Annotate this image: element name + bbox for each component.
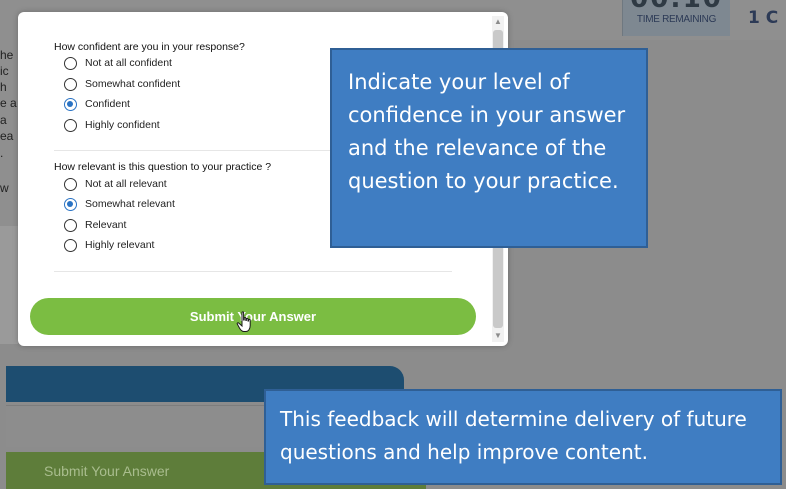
option-label: Relevant bbox=[85, 219, 127, 231]
radio-checked-icon[interactable] bbox=[64, 197, 77, 211]
radio-unchecked-icon[interactable] bbox=[64, 218, 77, 232]
background-submit-label: Submit Your Answer bbox=[44, 463, 170, 479]
option-label: Not at all confident bbox=[85, 57, 172, 69]
option-label: Highly relevant bbox=[85, 239, 155, 251]
question-text-fragment: he bbox=[0, 48, 14, 62]
question-text-fragment: h bbox=[0, 80, 7, 94]
timer-label: TIME REMAINING bbox=[636, 14, 717, 25]
question-text-fragment: e a bbox=[0, 96, 17, 110]
radio-unchecked-icon[interactable] bbox=[64, 238, 77, 252]
question-counter: 1 C bbox=[748, 8, 779, 28]
radio-unchecked-icon[interactable] bbox=[64, 177, 77, 191]
confidence-callout: Indicate your level of confidence in you… bbox=[330, 48, 648, 248]
option-label: Somewhat confident bbox=[85, 78, 181, 90]
submit-answer-button[interactable]: Submit Your Answer bbox=[30, 298, 476, 335]
question-text-fragment: ea bbox=[0, 129, 14, 143]
option-label: Not at all relevant bbox=[85, 178, 167, 190]
section-divider bbox=[54, 271, 452, 272]
relevance-option-highly[interactable]: Highly relevant bbox=[64, 237, 154, 253]
scroll-down-icon[interactable]: ▼ bbox=[494, 332, 502, 340]
option-label: Confident bbox=[85, 98, 130, 110]
answer-area bbox=[0, 226, 18, 344]
radio-unchecked-icon[interactable] bbox=[64, 118, 77, 132]
timer-panel: 00:10 TIME REMAINING bbox=[622, 0, 730, 36]
feedback-callout: This feedback will determine delivery of… bbox=[264, 389, 782, 485]
scroll-up-icon[interactable]: ▲ bbox=[494, 18, 502, 26]
radio-checked-icon[interactable] bbox=[64, 97, 77, 111]
question-text-fragment: w bbox=[0, 181, 9, 195]
radio-unchecked-icon[interactable] bbox=[64, 56, 77, 70]
question-text-fragment: ic bbox=[0, 64, 9, 78]
confidence-option-not-at-all[interactable]: Not at all confident bbox=[64, 55, 172, 71]
question-text-fragment: . bbox=[0, 146, 4, 160]
radio-unchecked-icon[interactable] bbox=[64, 77, 77, 91]
option-label: Somewhat relevant bbox=[85, 198, 175, 210]
relevance-option-somewhat[interactable]: Somewhat relevant bbox=[64, 196, 175, 212]
confidence-option-somewhat[interactable]: Somewhat confident bbox=[64, 76, 180, 92]
relevance-question: How relevant is this question to your pr… bbox=[54, 161, 272, 173]
timer-digits: 00:10 bbox=[623, 0, 730, 14]
confidence-option-confident[interactable]: Confident bbox=[64, 96, 130, 112]
relevance-option-not-at-all[interactable]: Not at all relevant bbox=[64, 176, 167, 192]
confidence-question: How confident are you in your response? bbox=[54, 41, 245, 53]
relevance-option-relevant[interactable]: Relevant bbox=[64, 217, 126, 233]
confidence-option-highly[interactable]: Highly confident bbox=[64, 117, 160, 133]
option-label: Highly confident bbox=[85, 119, 160, 131]
question-text-fragment: a bbox=[0, 113, 7, 127]
hand-pointer-icon bbox=[236, 311, 251, 332]
